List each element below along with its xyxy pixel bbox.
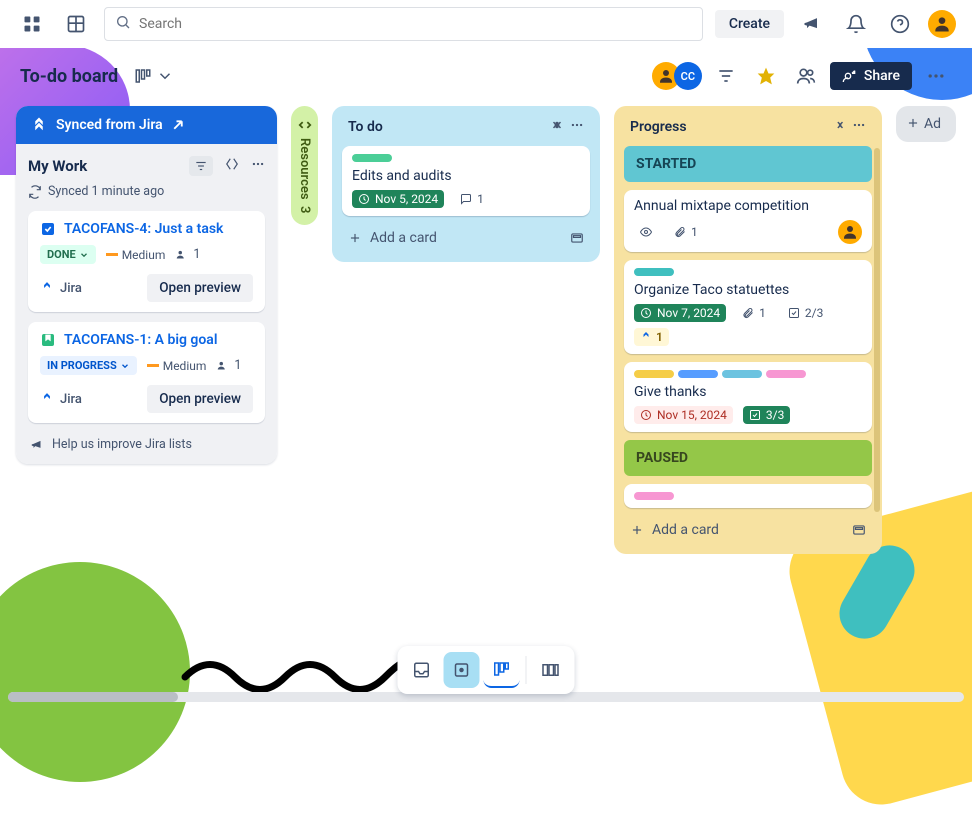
card-title: Edits and audits [352,168,580,184]
apps-icon[interactable] [16,8,48,40]
card-avatar[interactable] [838,220,862,244]
planner-view-button[interactable] [444,652,480,688]
jira-list-header[interactable]: Synced from Jira [16,106,277,144]
card-label[interactable] [766,370,806,378]
card-label[interactable] [634,268,674,276]
comments-badge: 1 [454,190,490,208]
jira-subhead: My Work [28,157,87,175]
megaphone-icon [30,438,44,452]
scrollbar-thumb[interactable] [8,692,178,702]
board-view-button[interactable] [484,652,520,688]
task-icon [40,221,56,237]
user-avatar[interactable] [928,10,956,38]
jira-count-badge: 1 [634,328,669,346]
notification-icon[interactable] [840,8,872,40]
section-paused[interactable]: PAUSED [624,440,872,476]
assignee-badge: 1 [175,247,200,262]
view-toolbar [398,646,575,694]
date-badge: Nov 15, 2024 [634,406,733,424]
search-input[interactable] [139,16,692,32]
card-title: Annual mixtape competition [634,198,862,214]
card-label[interactable] [634,370,674,378]
jira-icon [30,116,48,134]
megaphone-icon[interactable] [796,8,828,40]
card-title: Give thanks [634,384,862,400]
expand-icon [298,118,312,132]
template-icon[interactable] [852,523,866,537]
open-preview-button[interactable]: Open preview [147,274,253,302]
card-label[interactable] [722,370,762,378]
card[interactable] [624,484,872,508]
card[interactable]: Give thanks Nov 15, 2024 3/3 [624,362,872,432]
jira-list: Synced from Jira My Work Synced 1 minute… [16,106,277,464]
resources-pill[interactable]: Resources 3 [291,106,318,225]
card-title: Organize Taco statuettes [634,282,862,298]
card-label[interactable] [352,154,392,162]
more-icon[interactable] [920,60,952,92]
date-badge: Nov 5, 2024 [352,190,444,208]
list-title[interactable]: Progress [630,119,687,135]
more-icon[interactable] [852,118,866,136]
external-link-icon [169,116,187,134]
search-icon [115,14,131,34]
card[interactable]: Edits and audits Nov 5, 2024 1 [342,146,590,216]
list-progress: Progress STARTED Annual mixtape competit… [614,106,882,554]
collapse-icon[interactable] [550,118,564,136]
search-box[interactable] [104,7,703,41]
priority-badge: Medium [147,359,207,373]
goal-icon [40,332,56,348]
sync-status: Synced 1 minute ago [28,184,265,199]
filter-icon[interactable] [710,60,742,92]
boards-icon[interactable] [60,8,92,40]
member-avatar[interactable]: CC [674,62,702,90]
card[interactable]: Organize Taco statuettes Nov 7, 2024 1 2… [624,260,872,354]
sync-icon [28,185,42,199]
switch-boards-button[interactable] [533,652,569,688]
checklist-badge: 3/3 [743,406,790,424]
collapse-icon[interactable] [225,156,239,176]
more-icon[interactable] [570,118,584,136]
members-icon[interactable] [790,60,822,92]
attachment-badge: 1 [668,223,704,241]
list-todo: To do Edits and audits Nov 5, 2024 1 Add… [332,106,600,262]
share-button[interactable]: Share [830,62,912,90]
create-button[interactable]: Create [715,10,784,38]
inbox-view-button[interactable] [404,652,440,688]
status-pill[interactable]: IN PROGRESS [40,356,137,375]
board-title[interactable]: To-do board [20,66,118,87]
watch-badge [634,224,658,240]
attachment-badge: 1 [736,304,772,322]
open-preview-button[interactable]: Open preview [147,385,253,413]
date-badge: Nov 7, 2024 [634,304,726,322]
divider [526,656,527,684]
add-card-button[interactable]: Add a card [342,224,590,252]
jira-feedback[interactable]: Help us improve Jira lists [28,433,265,452]
jira-card[interactable]: TACOFANS-1: A big goal IN PROGRESS Mediu… [28,322,265,423]
jira-source-link[interactable]: Jira [40,281,82,296]
status-pill[interactable]: DONE [40,245,96,264]
list-scrollbar[interactable] [874,148,880,512]
template-icon[interactable] [570,231,584,245]
card[interactable]: Annual mixtape competition 1 [624,190,872,252]
checklist-badge: 2/3 [782,304,829,322]
section-started[interactable]: STARTED [624,146,872,182]
add-card-button[interactable]: Add a card [624,516,872,544]
board: Synced from Jira My Work Synced 1 minute… [0,104,972,678]
star-icon[interactable] [750,60,782,92]
priority-badge: Medium [106,248,166,262]
help-icon[interactable] [884,8,916,40]
view-switch[interactable] [128,63,180,89]
assignee-badge: 1 [216,358,241,373]
board-header: To-do board CC Share [0,48,972,104]
jira-card[interactable]: TACOFANS-4: Just a task DONE Medium 1 Ji… [28,211,265,312]
add-list-button[interactable]: Ad [896,106,956,142]
more-icon[interactable] [251,156,265,176]
card-label[interactable] [634,492,674,500]
card-label[interactable] [678,370,718,378]
collapse-icon[interactable] [832,118,846,136]
jira-source-link[interactable]: Jira [40,392,82,407]
list-title[interactable]: To do [348,119,383,135]
filter-icon[interactable] [189,156,213,176]
topbar: Create [0,0,972,48]
